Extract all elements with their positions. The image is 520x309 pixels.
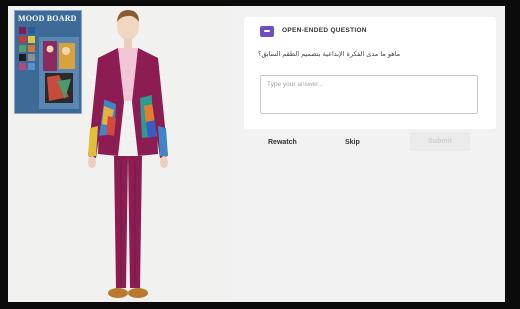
frame-border-top (0, 0, 520, 6)
question-type-label: OPEN-ENDED QUESTION (282, 27, 367, 34)
rewatch-button[interactable]: Rewatch (268, 139, 297, 146)
color-swatch (19, 36, 26, 43)
question-icon (260, 26, 274, 37)
color-swatch (28, 63, 35, 70)
frame-border-right (505, 0, 520, 309)
question-text: ماهو ما مدى الفكرة الإبداعية بتصميم الطق… (258, 50, 401, 58)
submit-button[interactable]: Submit (410, 132, 470, 151)
color-swatch (28, 54, 35, 61)
question-card: OPEN-ENDED QUESTION ماهو ما مدى الفكرة ا… (244, 17, 496, 129)
frame-border-left (0, 0, 8, 309)
color-swatch (19, 63, 26, 70)
color-swatch (28, 27, 35, 34)
screen: MOOD BOARD OPEN-ENDED QUESTION ماهو ما م… (0, 0, 520, 309)
color-swatch (19, 54, 26, 61)
question-panel: OPEN-ENDED QUESTION ماهو ما مدى الفكرة ا… (230, 6, 505, 302)
frame-border-bottom (0, 302, 520, 309)
skip-button[interactable]: Skip (345, 139, 360, 146)
fashion-illustration (88, 10, 168, 298)
color-swatch (19, 45, 26, 52)
answer-input[interactable] (260, 75, 478, 114)
color-swatch (19, 27, 26, 34)
video-frame: MOOD BOARD (8, 6, 230, 302)
action-bar: Rewatch Skip Submit (230, 131, 505, 157)
color-swatch (28, 36, 35, 43)
color-swatch (28, 45, 35, 52)
